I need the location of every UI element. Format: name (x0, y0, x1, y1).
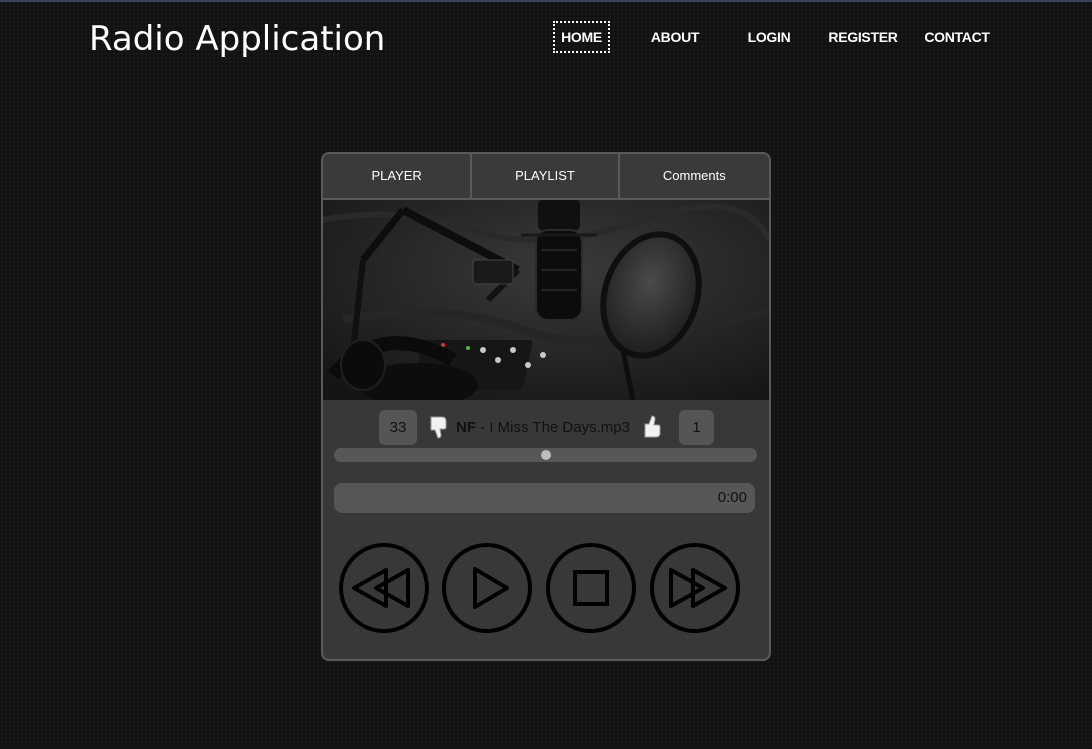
track-title: I Miss The Days.mp3 (489, 419, 630, 436)
time-display-bar: 0:00 (334, 483, 755, 513)
tab-playlist[interactable]: PLAYLIST (470, 154, 617, 198)
thumbs-up-icon[interactable] (641, 414, 665, 440)
nav-contact[interactable]: CONTACT (922, 22, 992, 52)
main-nav: HOME ABOUT LOGIN REGISTER CONTACT (0, 21, 1092, 54)
seek-slider[interactable] (334, 448, 757, 462)
like-count: 1 (679, 410, 714, 445)
tab-player[interactable]: PLAYER (323, 154, 470, 198)
current-time: 0:00 (717, 489, 747, 506)
studio-microphone-photo (323, 200, 769, 400)
thumbs-down-icon[interactable] (427, 414, 451, 440)
track-separator: - (476, 419, 490, 436)
dislike-count: 33 (379, 410, 417, 445)
nav-about[interactable]: ABOUT (647, 22, 703, 52)
radio-player: PLAYER PLAYLIST Comments 33 NF - I Miss … (321, 152, 771, 661)
nav-register[interactable]: REGISTER (828, 22, 898, 52)
seek-handle[interactable] (541, 450, 551, 460)
track-artist: NF (456, 419, 476, 436)
player-tabs: PLAYER PLAYLIST Comments (323, 154, 769, 200)
tab-comments[interactable]: Comments (617, 154, 769, 198)
nav-login[interactable]: LOGIN (744, 22, 794, 52)
stop-icon[interactable] (545, 542, 637, 634)
now-playing: NF - I Miss The Days.mp3 (456, 410, 630, 445)
play-icon[interactable] (441, 542, 533, 634)
nav-home[interactable]: HOME (553, 21, 610, 53)
fast-forward-icon[interactable] (649, 542, 741, 634)
top-accent-line (0, 0, 1092, 2)
rewind-icon[interactable] (338, 542, 430, 634)
